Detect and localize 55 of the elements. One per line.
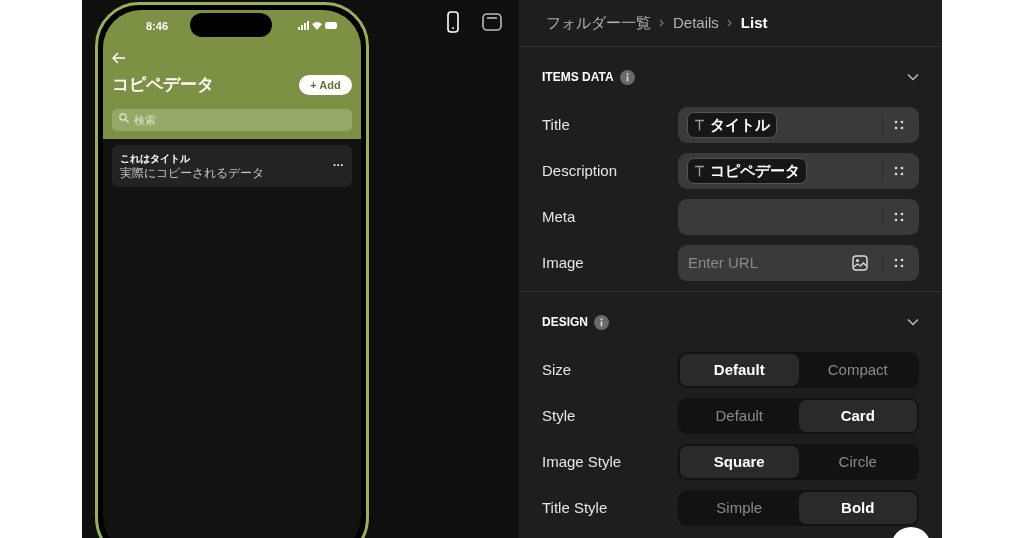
status-time: 8:46	[146, 18, 169, 34]
token-text: コピペデータ	[710, 160, 800, 181]
status-icons	[298, 21, 338, 31]
image-icon[interactable]	[852, 255, 868, 271]
field-label: Meta	[542, 206, 577, 227]
info-icon[interactable]	[594, 314, 609, 330]
tablet-icon[interactable]	[482, 11, 502, 33]
item-description: 実際にコピーされるデータ	[120, 165, 265, 180]
input-field[interactable]: Enter URL	[678, 245, 919, 281]
token-text: タイトル	[710, 114, 770, 135]
more-menu[interactable]: ···	[333, 157, 344, 174]
variable-token[interactable]: タイトル	[687, 112, 777, 138]
search-field[interactable]: 検索	[112, 108, 352, 131]
section-title: ITEMS DATA	[542, 69, 614, 86]
field-label: Title	[542, 114, 571, 135]
input-field[interactable]: コピペデータ	[678, 153, 919, 189]
input-field[interactable]: タイトル	[678, 107, 919, 143]
breadcrumb-item: List	[740, 12, 768, 33]
drag-handle-icon[interactable]	[893, 165, 905, 177]
url-input[interactable]: Enter URL	[687, 251, 837, 275]
chevron-right-icon	[659, 19, 665, 27]
text-type-icon	[694, 119, 705, 131]
segment-option[interactable]: Default	[680, 400, 799, 432]
field-label: Size	[542, 359, 573, 380]
field-label: Title Style	[542, 497, 609, 518]
add-button[interactable]: + Add	[299, 74, 352, 95]
field-label: Description	[542, 160, 619, 181]
drag-handle-icon[interactable]	[893, 257, 905, 269]
segment-option[interactable]: Default	[680, 354, 799, 386]
breadcrumb-item[interactable]: フォルダー一覧	[546, 11, 651, 35]
item-title: これはタイトル	[120, 151, 191, 166]
section-title: DESIGN	[542, 314, 588, 331]
variable-token[interactable]: コピペデータ	[687, 158, 807, 184]
field-label: Style	[542, 405, 577, 426]
segment-option[interactable]: Circle	[798, 446, 917, 478]
segment-option[interactable]: Simple	[680, 492, 799, 524]
text-type-icon	[694, 165, 705, 177]
field-label: Image	[542, 252, 585, 273]
input-field[interactable]	[678, 199, 919, 235]
info-icon[interactable]	[619, 69, 635, 85]
chevron-right-icon	[726, 19, 733, 27]
segment-option[interactable]: Bold	[798, 492, 917, 524]
chevron-icon[interactable]	[907, 318, 919, 326]
back-arrow-icon[interactable]	[112, 52, 126, 64]
screen-title: コピペデータ	[112, 74, 214, 96]
drag-handle-icon[interactable]	[893, 119, 905, 131]
segment-option[interactable]: Square	[680, 446, 799, 478]
chevron-icon[interactable]	[907, 73, 919, 81]
field-label: Image Style	[542, 451, 623, 472]
phone-icon[interactable]	[444, 11, 462, 33]
segment-option[interactable]: Card	[798, 400, 917, 432]
segment-option[interactable]: Compact	[798, 354, 917, 386]
list-item-card[interactable]: これはタイトル 実際にコピーされるデータ ···	[112, 144, 352, 187]
drag-handle-icon[interactable]	[893, 211, 905, 223]
breadcrumb-item[interactable]: Details	[673, 11, 719, 35]
